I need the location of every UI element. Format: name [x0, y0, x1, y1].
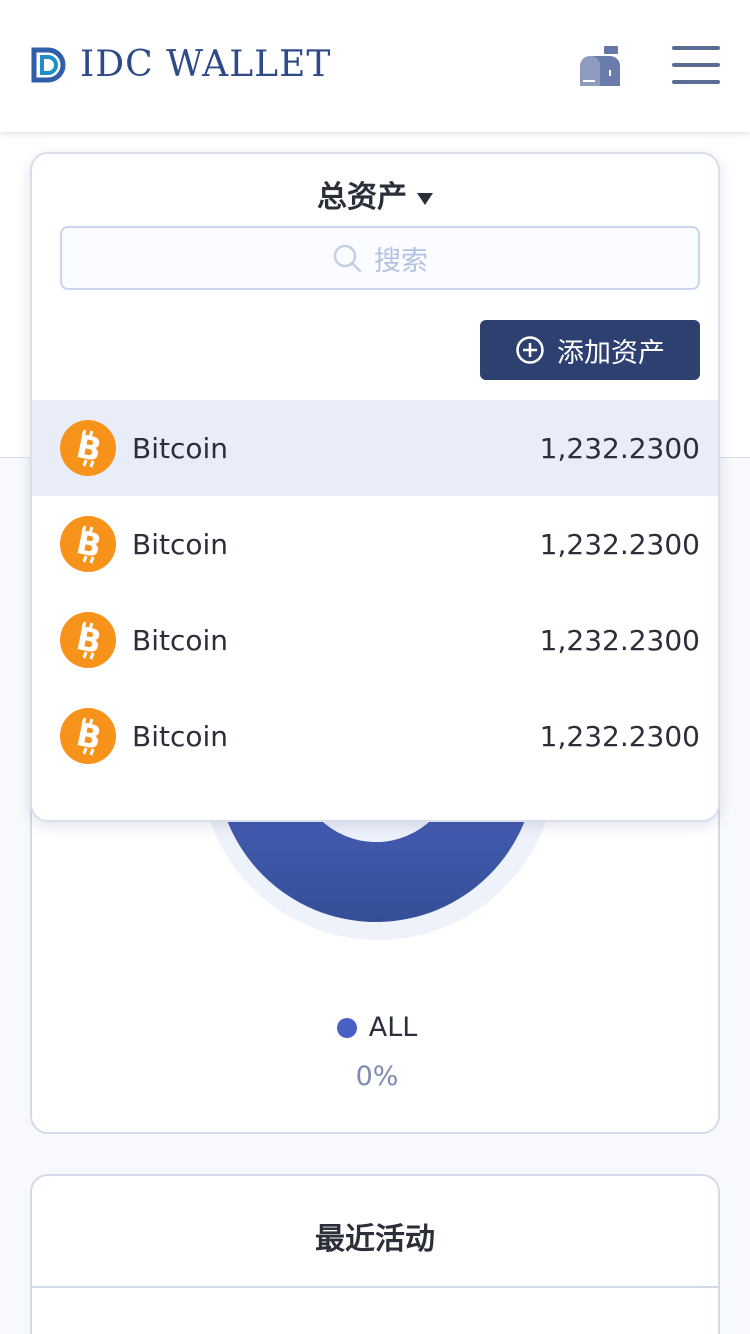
list-item[interactable]: B Bitcoin 1,232.2300: [32, 400, 718, 496]
search-input[interactable]: 搜索: [60, 226, 700, 290]
bitcoin-icon: B: [60, 420, 116, 476]
app-header: IDC WALLET: [0, 0, 750, 132]
legend-percent: 0%: [355, 1061, 399, 1092]
bitcoin-icon: B: [60, 612, 116, 668]
recent-activity-title: 最近活动: [315, 1222, 435, 1257]
list-item[interactable]: B Bitcoin 1,232.2300: [32, 688, 718, 784]
asset-amount: 1,232.2300: [539, 623, 700, 657]
bitcoin-icon: B: [60, 708, 116, 764]
search-icon: [333, 244, 362, 273]
asset-name: Bitcoin: [132, 527, 229, 561]
logo-icon: [31, 47, 66, 83]
list-item[interactable]: B Bitcoin 1,232.2300: [32, 592, 718, 688]
asset-name: Bitcoin: [132, 719, 229, 753]
legend-dot-icon: [336, 1017, 357, 1038]
logo-text: IDC WALLET: [80, 44, 332, 85]
list-item[interactable]: B Bitcoin 1,232.2300: [32, 496, 718, 592]
asset-list: B Bitcoin 1,232.2300 B Bitcoin 1,232.230…: [32, 400, 718, 784]
asset-amount: 1,232.2300: [539, 527, 700, 561]
dropdown-title[interactable]: 总资产: [32, 172, 718, 216]
asset-amount: 1,232.2300: [539, 431, 700, 465]
recent-activity-card: 最近活动: [30, 1174, 720, 1334]
legend-item[interactable]: ALL: [336, 1012, 418, 1043]
bitcoin-icon: B: [60, 516, 116, 572]
add-asset-label: 添加资产: [557, 337, 665, 369]
divider: [32, 1286, 718, 1288]
chart-legend: ALL 0%: [32, 1012, 722, 1092]
legend-label: ALL: [368, 1012, 418, 1043]
logo[interactable]: IDC WALLET: [30, 44, 331, 86]
plus-circle-icon: [516, 336, 544, 364]
mailbox-icon[interactable]: [578, 44, 622, 88]
total-assets-dropdown: 总资产 搜索 添加资产 B Bitcoin 1,232.2300 B Bitco…: [30, 152, 720, 822]
asset-name: Bitcoin: [132, 623, 229, 657]
asset-name: Bitcoin: [132, 431, 229, 465]
hamburger-menu-icon[interactable]: [672, 46, 720, 86]
caret-down-icon: [417, 192, 433, 205]
asset-amount: 1,232.2300: [539, 719, 700, 753]
search-placeholder: 搜索: [374, 245, 428, 277]
dropdown-title-text: 总资产: [317, 180, 407, 215]
add-asset-button[interactable]: 添加资产: [480, 320, 700, 380]
